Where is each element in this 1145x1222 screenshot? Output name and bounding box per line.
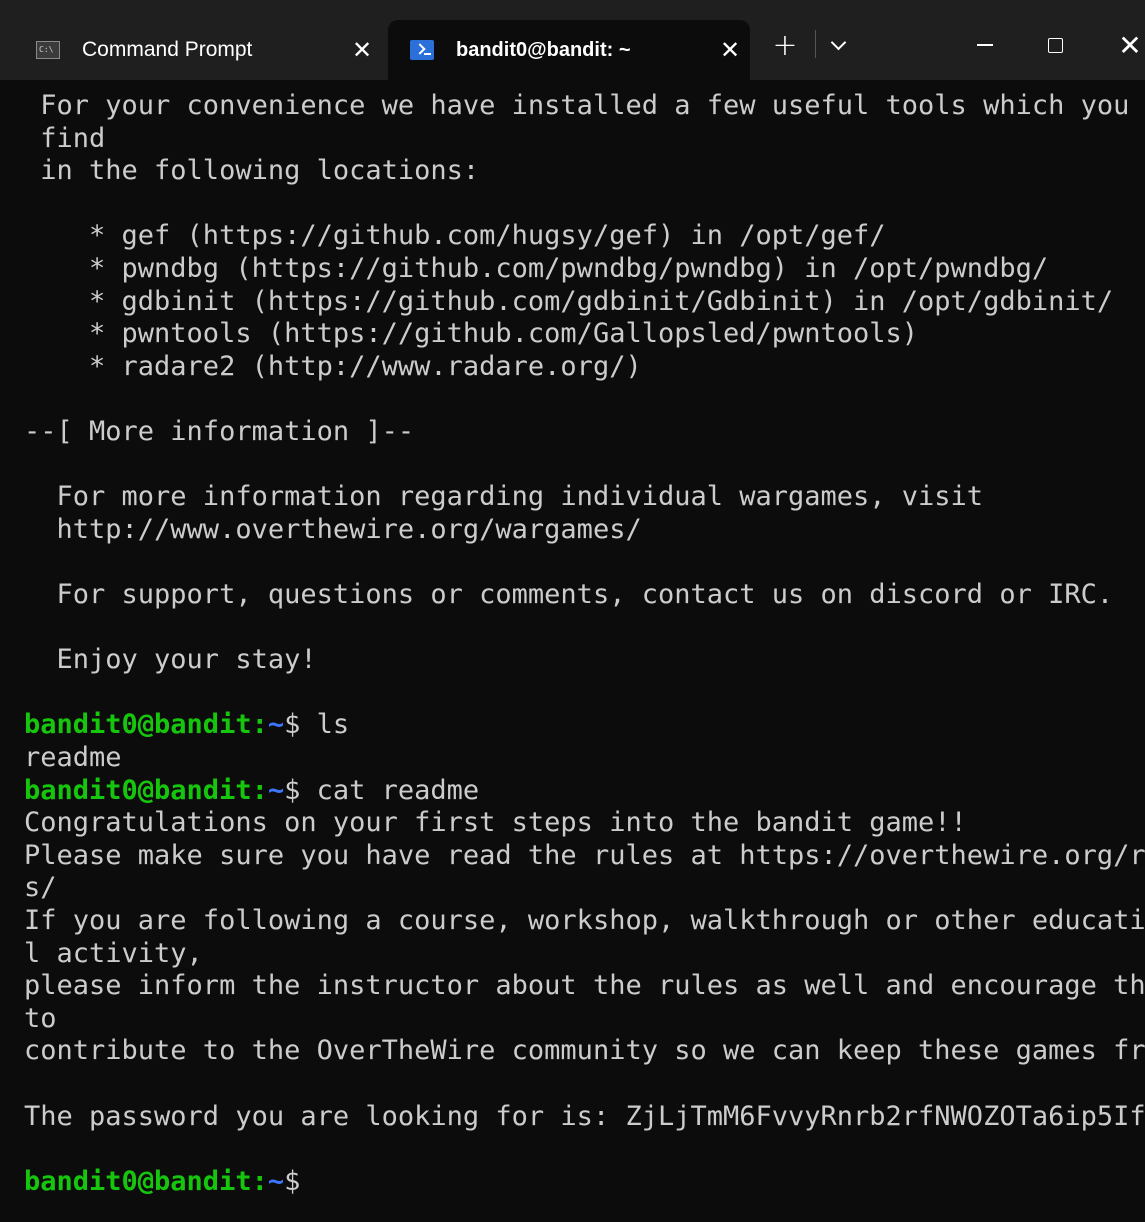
terminal-line: --[ More information ]-- (24, 416, 415, 447)
terminal-line: * gdbinit (https://github.com/gdbinit/Gd… (24, 285, 1114, 317)
prompt-path: ~ (267, 1165, 285, 1197)
maximize-icon (1047, 37, 1063, 53)
terminal-line: bandit0@bandit:~$ (24, 1166, 300, 1198)
prompt-user-host: bandit0@bandit: (24, 709, 268, 741)
terminal-line: Please make sure you have read the rules… (24, 839, 1145, 871)
terminal-line: For more information regarding individua… (24, 481, 984, 513)
tab-title: Command Prompt (82, 38, 253, 61)
terminal-line: Enjoy your stay! (24, 644, 317, 676)
close-icon[interactable]: ✕ (342, 36, 382, 64)
prompt-path: ~ (267, 774, 285, 806)
terminal-line: readme (24, 742, 122, 773)
terminal-line: bandit0@bandit:~$ cat readme (24, 775, 479, 807)
terminal-line: For your convenience we have installed a… (24, 90, 1145, 121)
terminal-line: For support, questions or comments, cont… (24, 579, 1114, 610)
tab-title: bandit0@bandit: ~ (456, 38, 631, 61)
terminal-line: contribute to the OverTheWire community … (24, 1035, 1145, 1067)
prompt-command: $ ls (284, 709, 350, 741)
terminal-line: l activity, (24, 937, 203, 969)
tab-command-prompt[interactable]: C:\ Command Prompt ✕ (14, 20, 382, 80)
prompt-command: $ cat readme (284, 774, 480, 806)
terminal-line: to (24, 1002, 57, 1034)
terminal-output[interactable]: For your convenience we have installed a… (0, 88, 1145, 1222)
chevron-down-icon (830, 34, 846, 50)
terminal-line: Congratulations on your first steps into… (24, 807, 967, 839)
terminal-line: find (24, 122, 106, 154)
terminal-line: s/ (24, 872, 57, 904)
powershell-icon (410, 40, 434, 60)
divider (815, 30, 816, 58)
terminal-line: http://www.overthewire.org/wargames/ (24, 513, 642, 545)
terminal-window: C:\ Command Prompt ✕ bandit0@bandit: ~ ✕… (0, 0, 1145, 1222)
close-icon[interactable]: ✕ (710, 36, 750, 64)
cmd-icon: C:\ (36, 40, 60, 60)
terminal-line: * pwntools (https://github.com/Gallopsle… (24, 318, 919, 350)
terminal-line: * pwndbg (https://github.com/pwndbg/pwnd… (24, 253, 1049, 284)
prompt-user-host: bandit0@bandit: (24, 1165, 268, 1197)
tab-dropdown-button[interactable] (818, 20, 858, 70)
prompt-path: ~ (267, 709, 285, 741)
maximize-button[interactable] (1030, 20, 1080, 70)
minimize-button[interactable] (960, 20, 1010, 70)
new-tab-button[interactable]: + (764, 20, 806, 70)
title-bar: C:\ Command Prompt ✕ bandit0@bandit: ~ ✕… (0, 0, 1145, 80)
terminal-line: If you are following a course, workshop,… (24, 905, 1145, 936)
terminal-line: in the following locations: (24, 155, 480, 187)
minimize-icon (977, 44, 993, 46)
terminal-line: please inform the instructor about the r… (24, 970, 1145, 1002)
tab-bandit0[interactable]: bandit0@bandit: ~ ✕ (388, 20, 750, 80)
prompt-command: $ (284, 1165, 301, 1197)
terminal-line: * gef (https://github.com/hugsy/gef) in … (24, 220, 886, 252)
window-close-button[interactable]: ✕ (1110, 20, 1145, 70)
terminal-line: * radare2 (http://www.radare.org/) (24, 350, 642, 382)
terminal-line: bandit0@bandit:~$ ls (24, 709, 349, 741)
prompt-user-host: bandit0@bandit: (24, 774, 268, 806)
terminal-line: The password you are looking for is: ZjL… (24, 1100, 1145, 1132)
